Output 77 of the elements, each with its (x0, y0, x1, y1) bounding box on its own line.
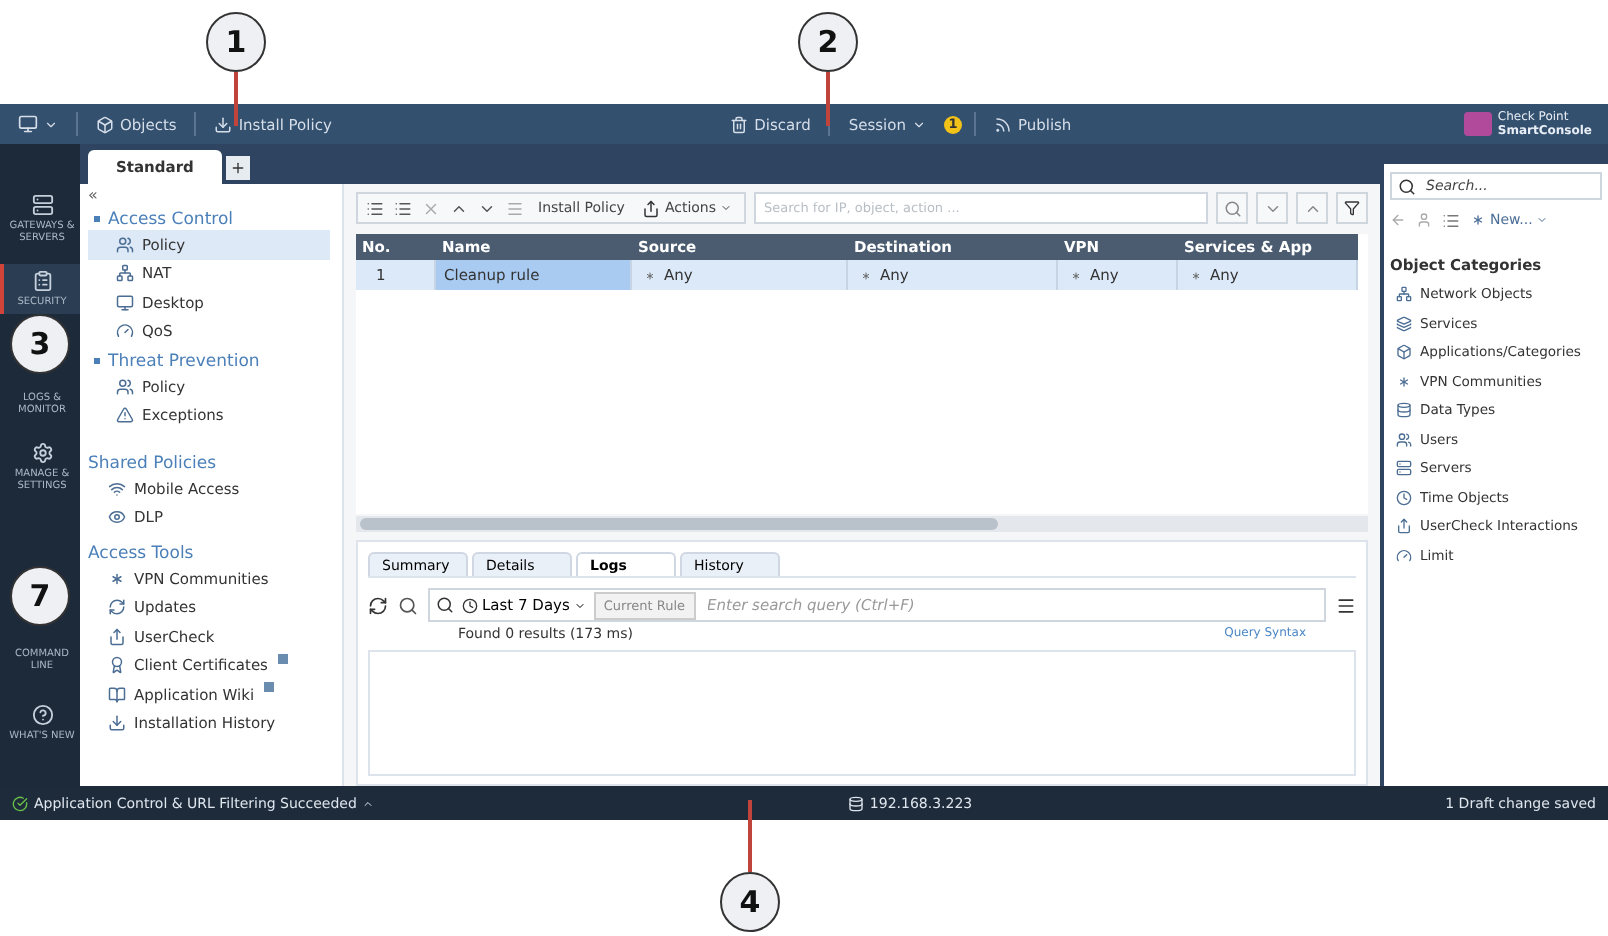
asterisk-icon (1070, 269, 1082, 281)
share-icon (642, 199, 661, 217)
box-icon (96, 115, 114, 133)
layers-icon (1396, 315, 1412, 332)
leader-line (748, 800, 752, 872)
users-icon (116, 377, 134, 396)
back-icon (1390, 212, 1406, 228)
caret-icon (720, 202, 733, 214)
search-icon (1398, 177, 1416, 195)
search-icon (436, 596, 454, 614)
desktop-icon (116, 293, 134, 312)
leader-line (234, 72, 238, 126)
section-title: Shared Policies (88, 454, 219, 474)
certificate-icon (108, 656, 126, 675)
gauge-icon (116, 322, 134, 341)
leader-line (826, 72, 830, 126)
refresh-icon (368, 595, 388, 615)
users-icon (1396, 431, 1412, 448)
callout-number: 2 (798, 12, 858, 72)
delete-icon (422, 199, 440, 217)
user-icon (1416, 212, 1432, 228)
asterisk-icon (1396, 373, 1412, 390)
warning-icon (116, 406, 134, 425)
section-title[interactable]: Access Control (88, 210, 330, 230)
gear-icon (31, 442, 53, 464)
database-icon (847, 795, 864, 811)
asterisk-icon (1470, 212, 1486, 228)
gauge-icon (1396, 547, 1412, 564)
scrollbar-thumb[interactable] (360, 518, 998, 530)
section-title[interactable]: Threat Prevention (88, 352, 330, 372)
logo-icon (1463, 112, 1492, 136)
wifi-icon (108, 479, 126, 498)
trash-icon (730, 115, 749, 133)
filter-icon (1344, 200, 1360, 216)
add-tab-button[interactable] (225, 156, 250, 180)
caret-icon (911, 117, 926, 131)
caret-icon (1536, 214, 1549, 226)
search-icon (1223, 199, 1241, 217)
section-title: Access Tools (88, 544, 196, 564)
list-icon (506, 199, 524, 217)
list-icon (1442, 211, 1460, 229)
book-icon (108, 685, 126, 704)
callout-number: 4 (720, 872, 780, 932)
search-button[interactable] (1216, 192, 1248, 224)
box-icon (1396, 344, 1412, 361)
caret-icon (362, 797, 375, 809)
network-icon (116, 264, 134, 283)
caret-icon (44, 117, 58, 131)
clock-icon (462, 597, 478, 613)
search-icon (398, 595, 418, 615)
check-icon (12, 795, 28, 811)
share-icon (1396, 518, 1412, 535)
menu-icon (1336, 595, 1356, 615)
database-icon (1396, 402, 1412, 419)
help-icon (31, 704, 53, 726)
caret-icon (573, 599, 586, 611)
download-icon (214, 115, 233, 133)
server-icon (31, 194, 53, 216)
plus-icon (229, 160, 246, 176)
download-icon (108, 714, 126, 733)
share-icon (108, 627, 126, 646)
users-icon (116, 235, 134, 254)
signal-icon (993, 115, 1012, 133)
asterisk-icon (644, 269, 656, 281)
asterisk-icon (860, 269, 872, 281)
asterisk-icon (108, 569, 126, 588)
clipboard-icon (31, 270, 53, 292)
eye-icon (108, 508, 126, 527)
clock-icon (1396, 489, 1412, 506)
asterisk-icon (1190, 269, 1202, 281)
collapse-toggle[interactable]: « (88, 188, 330, 204)
network-icon (1396, 286, 1412, 303)
server-icon (1396, 460, 1412, 477)
filter-button[interactable] (1336, 192, 1368, 224)
monitor-icon (18, 114, 38, 134)
refresh-icon (108, 598, 126, 617)
callout-number: 1 (206, 12, 266, 72)
